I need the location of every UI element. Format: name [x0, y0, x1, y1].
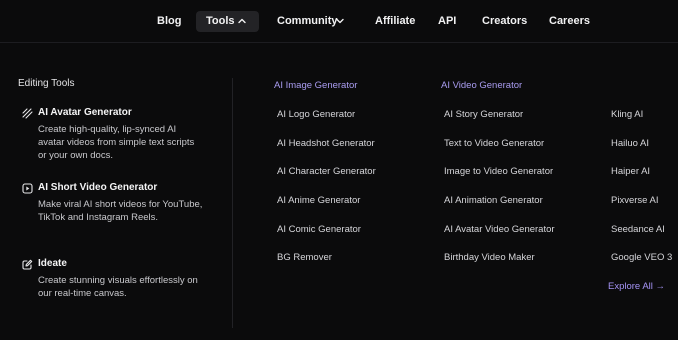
link-ai-avatar-video-generator[interactable]: AI Avatar Video Generator: [444, 224, 555, 236]
column-divider: [232, 78, 233, 328]
link-ai-comic-generator[interactable]: AI Comic Generator: [277, 224, 361, 236]
nav-blog[interactable]: Blog: [157, 15, 181, 28]
nav-api[interactable]: API: [438, 15, 456, 28]
chevron-down-icon: [336, 18, 344, 24]
tool-ideate[interactable]: Ideate Create stunning visuals effortles…: [22, 258, 212, 313]
link-seedance-ai[interactable]: Seedance AI: [611, 224, 665, 236]
image-generator-heading: AI Image Generator: [274, 80, 358, 91]
link-ai-headshot-generator[interactable]: AI Headshot Generator: [277, 138, 375, 150]
tool-ai-short-video-generator[interactable]: AI Short Video Generator Make viral AI s…: [22, 182, 212, 237]
avatar-generator-icon: [22, 108, 33, 119]
tool-title: Ideate: [38, 258, 67, 269]
link-hailuo-ai[interactable]: Hailuo AI: [611, 138, 649, 150]
video-generator-heading: AI Video Generator: [441, 80, 523, 91]
ideate-edit-icon: [22, 259, 33, 270]
link-bg-remover[interactable]: BG Remover: [277, 252, 332, 264]
link-ai-story-generator[interactable]: AI Story Generator: [444, 109, 523, 121]
nav-community[interactable]: Community: [277, 15, 344, 28]
link-google-veo-3[interactable]: Google VEO 3: [611, 252, 672, 264]
nav-creators[interactable]: Creators: [482, 15, 527, 28]
link-ai-animation-generator[interactable]: AI Animation Generator: [444, 195, 543, 207]
tool-title: AI Short Video Generator: [38, 182, 158, 193]
nav-community-label: Community: [277, 15, 338, 27]
link-haiper-ai[interactable]: Haiper AI: [611, 166, 650, 178]
chevron-up-icon: [238, 18, 246, 24]
link-ai-anime-generator[interactable]: AI Anime Generator: [277, 195, 360, 207]
link-text-to-video-generator[interactable]: Text to Video Generator: [444, 138, 544, 150]
nav-affiliate[interactable]: Affiliate: [375, 15, 415, 28]
tool-description: Create stunning visuals effortlessly on …: [38, 275, 198, 299]
nav-tools-label: Tools: [206, 15, 235, 27]
short-video-icon: [22, 183, 33, 194]
link-birthday-video-maker[interactable]: Birthday Video Maker: [444, 252, 535, 264]
tool-description: Make viral AI short videos for YouTube, …: [38, 199, 203, 223]
link-ai-logo-generator[interactable]: AI Logo Generator: [277, 109, 355, 121]
top-navigation: Blog Tools Community Affiliate API Creat…: [0, 0, 678, 43]
nav-careers[interactable]: Careers: [549, 15, 590, 28]
editing-tools-heading: Editing Tools: [18, 78, 75, 89]
link-ai-character-generator[interactable]: AI Character Generator: [277, 166, 376, 178]
link-pixverse-ai[interactable]: Pixverse AI: [611, 195, 659, 207]
tool-ai-avatar-generator[interactable]: AI Avatar Generator Create high-quality,…: [22, 107, 212, 162]
tool-description: Create high-quality, lip-synced AI avata…: [38, 124, 195, 161]
tool-title: AI Avatar Generator: [38, 107, 132, 118]
link-image-to-video-generator[interactable]: Image to Video Generator: [444, 166, 553, 178]
explore-all-link[interactable]: Explore All →: [608, 281, 665, 293]
nav-tools[interactable]: Tools: [196, 11, 259, 32]
link-kling-ai[interactable]: Kling AI: [611, 109, 643, 121]
